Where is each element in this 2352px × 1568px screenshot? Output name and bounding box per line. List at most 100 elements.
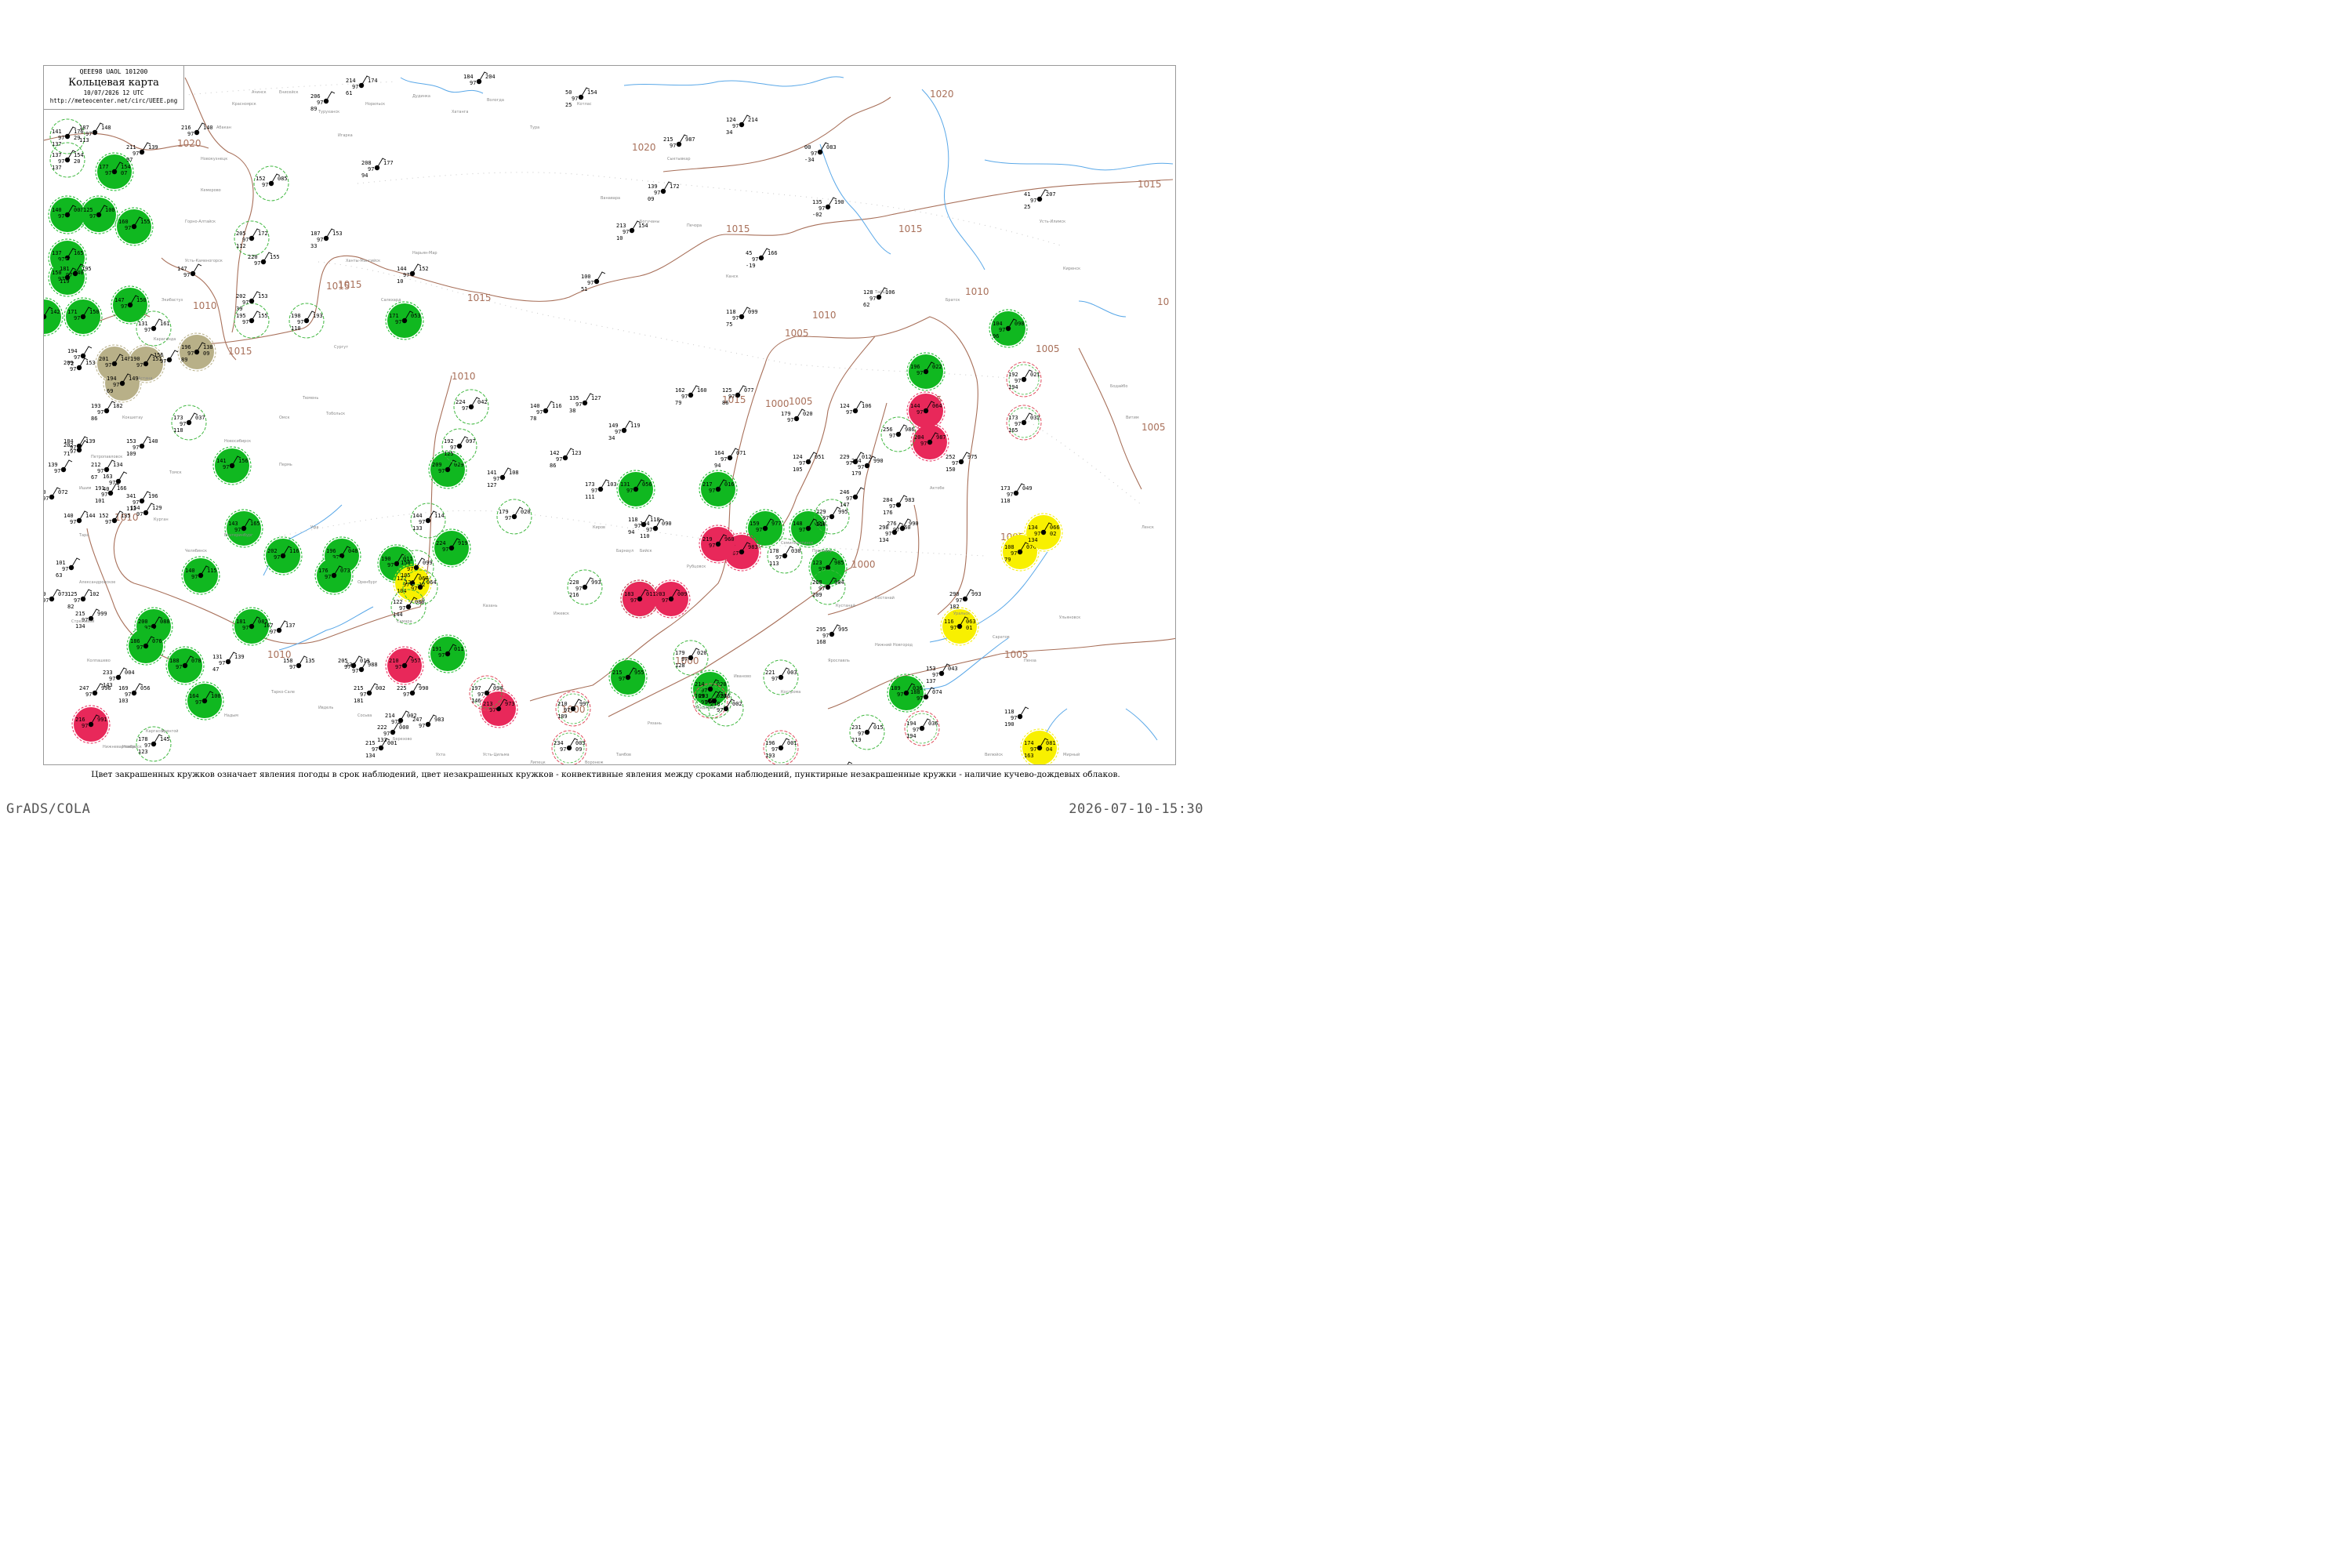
station-fill-g[interactable]: 171 053 97 bbox=[385, 301, 424, 340]
station-plain[interactable]: 184 204 97 bbox=[463, 71, 495, 86]
station-fill-r[interactable]: 183 011 97 bbox=[620, 579, 659, 619]
station-ring-g[interactable]: 152 085 97 bbox=[253, 165, 289, 201]
station-plain[interactable]: 24697147 bbox=[840, 487, 865, 508]
station-plain[interactable]: 139 172 9709 bbox=[648, 181, 680, 202]
station-plain[interactable]: 13697 bbox=[828, 761, 853, 765]
station-fill-g[interactable]: 104 098 9796 bbox=[989, 309, 1028, 348]
station-fill-g[interactable]: 176 073 97 bbox=[314, 556, 354, 595]
station-fill-r[interactable]: 216 991 97 bbox=[71, 705, 111, 744]
station-plain[interactable]: 153 140 97109 bbox=[126, 436, 158, 457]
station-fill-y[interactable]: 174 081 97 04 163 bbox=[1020, 728, 1059, 765]
station-plain[interactable]: 167 137 97 bbox=[263, 620, 296, 635]
station-fill-g[interactable]: 191 011 97 bbox=[428, 634, 467, 673]
station-fill-o[interactable]: 196 138 97 09 89 bbox=[177, 332, 216, 372]
station-ring-g[interactable]: 179 020 97 bbox=[496, 499, 532, 535]
station-plain[interactable]: 144 152 9710 bbox=[397, 263, 429, 285]
station-ring-r[interactable]: 196 001 97193 bbox=[763, 730, 799, 765]
synoptic-map[interactable]: 1020 10201020101510151015 1015101510151015… bbox=[44, 66, 1176, 765]
station-plain[interactable]: 14797 bbox=[177, 263, 202, 278]
station-ring-g[interactable]: 231 015 97219 bbox=[849, 714, 885, 750]
station-ring-r[interactable]: 194 036 97194 bbox=[904, 710, 940, 746]
station-plain[interactable]: 13997 bbox=[48, 459, 73, 474]
station-ring-r[interactable]: 173 032 97165 bbox=[1006, 405, 1042, 441]
station-fill-g[interactable]: 171 150 97 bbox=[64, 297, 103, 336]
station-plain[interactable]: 124 051 97105 bbox=[793, 452, 825, 473]
station-fill-g[interactable]: 140 00097 bbox=[48, 195, 87, 234]
station-fill-g[interactable]: 202 116 97 bbox=[263, 536, 303, 575]
station-fill-g[interactable]: 215 955 97 bbox=[608, 658, 648, 697]
station-plain[interactable]: 142 123 9786 bbox=[550, 448, 582, 469]
station-ring-g[interactable]: 256 986 97 bbox=[880, 416, 916, 452]
station-plain[interactable]: 191 16697101 bbox=[95, 483, 127, 504]
station-fill-g[interactable]: 143 165 97 bbox=[224, 509, 263, 548]
station-plain[interactable]: 125 102 9782 bbox=[67, 589, 100, 610]
station-plain[interactable]: 247 996 97 bbox=[79, 683, 111, 698]
station-plain[interactable]: 41 207 9725 bbox=[1024, 189, 1056, 210]
station-plain[interactable]: 162 160 9779 bbox=[675, 385, 707, 406]
station-plain[interactable]: 187 153 9733 bbox=[310, 228, 343, 249]
station-plain[interactable]: 45 166 97-19 bbox=[746, 248, 778, 269]
station-ring-g[interactable]: 137 154 97 20 137 bbox=[49, 142, 85, 178]
station-plain[interactable]: 211 139 9797 bbox=[126, 142, 158, 163]
station-plain[interactable]: 124 214 9734 bbox=[726, 114, 758, 136]
station-plain[interactable]: 1190739751 bbox=[44, 589, 68, 610]
station-plain[interactable]: 1019763 bbox=[56, 557, 81, 579]
station-plain[interactable]: 140 144 97 bbox=[64, 510, 96, 525]
station-fill-g[interactable]: 164 100 97 bbox=[185, 681, 224, 720]
station-fill-g[interactable]: 147 150 97 bbox=[111, 285, 150, 325]
station-ring-g[interactable]: 228 993 97216 bbox=[567, 569, 603, 605]
station-plain[interactable]: 202 153 9739 bbox=[236, 291, 268, 312]
station-plain[interactable]: 214 174 9761 bbox=[346, 75, 378, 96]
station-plain[interactable]: 11897190 bbox=[1004, 706, 1029, 728]
station-plain[interactable]: 216 140 97 bbox=[181, 122, 213, 137]
station-plain[interactable]: 193 182 9786 bbox=[91, 401, 123, 422]
station-plain[interactable]: 215 002 97181 bbox=[354, 683, 386, 704]
station-fill-r[interactable]: 210 957 97 bbox=[385, 646, 424, 685]
station-plain[interactable]: 220 155 97 bbox=[248, 252, 280, 267]
station-plain[interactable]: 135 190 97-02 bbox=[812, 197, 844, 218]
station-plain[interactable]: 284 983 97176 bbox=[883, 495, 915, 516]
station-fill-g[interactable]: 186 076 97 bbox=[126, 626, 165, 666]
station-fill-r[interactable]: 203 00997 bbox=[652, 579, 691, 619]
station-plain[interactable]: 214 002 97 bbox=[385, 710, 417, 725]
station-plain[interactable]: 135 127 9738 bbox=[569, 393, 601, 414]
station-fill-g[interactable]: 160 155 97 bbox=[114, 207, 154, 246]
station-ring-r[interactable]: 192 021 97194 bbox=[1006, 361, 1042, 397]
station-plain[interactable]: 124 106 97 bbox=[840, 401, 872, 416]
station-plain[interactable]: 141 108 97127 bbox=[487, 467, 519, 488]
station-fill-g[interactable]: 131 056 97 bbox=[616, 470, 655, 509]
station-fill-r[interactable]: 213 973 97 bbox=[479, 689, 518, 728]
station-fill-g[interactable]: 13314297 bbox=[44, 297, 64, 336]
station-plain[interactable]: 173 103 97111 bbox=[585, 479, 617, 500]
station-plain[interactable]: 158 135 97 bbox=[283, 655, 315, 670]
station-fill-g[interactable]: 188 078 97 bbox=[165, 646, 205, 685]
station-plain[interactable]: 208 177 9794 bbox=[361, 158, 394, 179]
station-ring-g[interactable]: 173 037 97118 bbox=[171, 405, 207, 441]
station-plain[interactable]: 290 993 97182 bbox=[949, 589, 982, 610]
station-plain[interactable]: 131 139 9747 bbox=[212, 652, 245, 673]
station-plain[interactable]: 120 072 97 bbox=[44, 487, 68, 502]
station-plain[interactable]: 225 990 97 bbox=[397, 683, 429, 698]
station-plain[interactable]: 247 98397 bbox=[412, 714, 445, 729]
station-plain[interactable]: 215 987 97 bbox=[663, 134, 695, 149]
station-ring-g[interactable]: 198 193 97110 bbox=[289, 303, 325, 339]
station-ring-g[interactable]: 205 172 97112 bbox=[234, 220, 270, 256]
station-plain[interactable]: 164 071 9794 bbox=[714, 448, 746, 469]
station-fill-g[interactable]: 217 016 97 bbox=[699, 470, 738, 509]
station-plain[interactable]: 252 975 97150 bbox=[946, 452, 978, 473]
station-plain[interactable]: 295 995 97168 bbox=[816, 624, 848, 645]
station-plain[interactable]: 140 116 9778 bbox=[530, 401, 562, 422]
station-plain[interactable]: 149 119 9734 bbox=[608, 420, 641, 441]
station-plain[interactable]: 169 056 97103 bbox=[118, 683, 151, 704]
legend-url[interactable]: http://meteocenter.net/circ/UEEE.png bbox=[44, 97, 183, 104]
station-plain[interactable]: 118 099 9775 bbox=[726, 307, 758, 328]
station-plain[interactable]: 179 020 97 bbox=[781, 408, 813, 423]
station-ring-g[interactable]: 224 042 97 bbox=[453, 389, 489, 425]
station-fill-g[interactable]: 140 115 97 bbox=[181, 556, 220, 595]
station-plain[interactable]: 1009751 bbox=[581, 271, 606, 292]
station-fill-y[interactable]: 134 066 97 02 134 bbox=[1024, 513, 1063, 552]
station-fill-g[interactable]: 141 156 97 bbox=[212, 446, 252, 485]
station-ring-r[interactable]: 234 003 97 09 bbox=[551, 730, 587, 765]
station-fill-g[interactable]: 196 022 97 bbox=[906, 352, 946, 391]
station-plain[interactable]: 173 049 97118 bbox=[1000, 483, 1033, 504]
